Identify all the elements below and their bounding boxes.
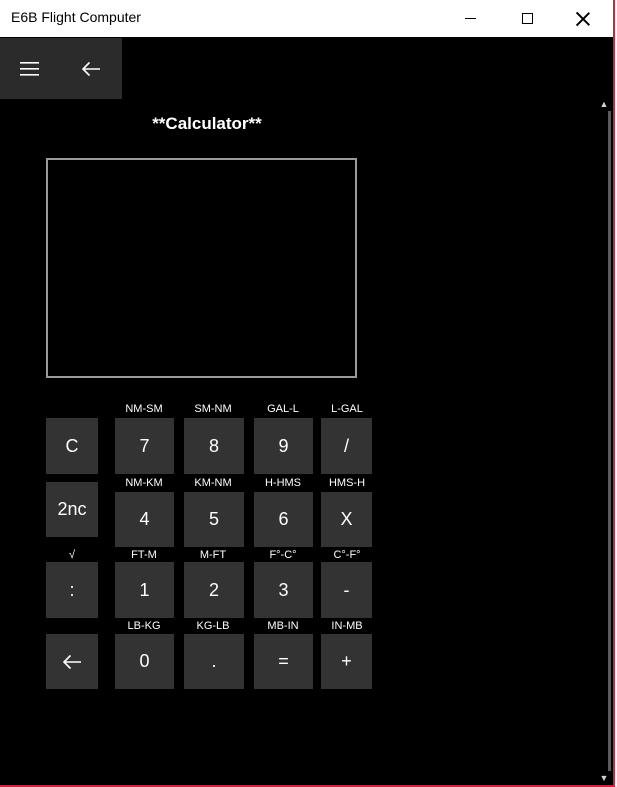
label-km-nm: KM-NM	[194, 477, 232, 489]
window-title: E6B Flight Computer	[11, 9, 141, 25]
multiply-button[interactable]: X	[321, 492, 372, 547]
label-kg-lb: KG-LB	[196, 620, 230, 632]
label-gal-l: GAL-L	[267, 403, 299, 415]
label-f-c: F°-C°	[269, 549, 297, 561]
key-7[interactable]: 7	[115, 418, 174, 474]
colon-button[interactable]: :	[46, 562, 98, 618]
calculator-display	[46, 158, 357, 378]
minimize-icon	[464, 18, 476, 19]
key-4[interactable]: 4	[115, 492, 174, 547]
key-2[interactable]: 2	[184, 562, 244, 618]
app-content: **Calculator** NM-SM SM-NM GAL-L L-GAL C…	[0, 37, 611, 783]
label-h-hms: H-HMS	[264, 477, 302, 489]
back-arrow-icon	[81, 61, 100, 76]
close-icon	[576, 12, 590, 26]
key-9[interactable]: 9	[254, 418, 313, 474]
key-8[interactable]: 8	[184, 418, 244, 474]
close-button[interactable]	[560, 0, 606, 37]
backspace-button[interactable]	[46, 634, 98, 689]
key-3[interactable]: 3	[254, 562, 313, 618]
subtract-button[interactable]: -	[321, 562, 372, 618]
scroll-down-icon[interactable]: ▼	[599, 773, 609, 783]
label-hms-h: HMS-H	[328, 477, 366, 489]
label-c-f: C°-F°	[333, 549, 361, 561]
title-bar: E6B Flight Computer	[0, 0, 613, 37]
nav-bar	[0, 38, 122, 99]
label-ft-m: FT-M	[131, 549, 157, 561]
back-button[interactable]	[61, 38, 121, 99]
second-function-button[interactable]: 2nc	[46, 482, 98, 537]
app-window: E6B Flight Computer **Calculator** NM-SM…	[0, 0, 615, 787]
hamburger-icon	[20, 61, 39, 76]
scroll-up-icon[interactable]: ▲	[599, 99, 609, 109]
vertical-scrollbar[interactable]: ▲ ▼	[597, 99, 611, 783]
hamburger-menu-button[interactable]	[0, 38, 60, 99]
maximize-icon	[521, 13, 533, 24]
equals-button[interactable]: =	[254, 634, 313, 689]
label-in-mb: IN-MB	[331, 620, 363, 632]
label-mb-in: MB-IN	[267, 620, 299, 632]
key-6[interactable]: 6	[254, 492, 313, 547]
arrow-left-icon	[62, 654, 81, 669]
scroll-thumb[interactable]	[608, 111, 611, 771]
key-1[interactable]: 1	[115, 562, 174, 618]
decimal-button[interactable]: .	[184, 634, 244, 689]
clear-button[interactable]: C	[46, 418, 98, 474]
maximize-button[interactable]	[504, 0, 550, 37]
calculator-title: **Calculator**	[152, 114, 262, 133]
label-nm-sm: NM-SM	[125, 403, 163, 415]
label-nm-km: NM-KM	[125, 477, 163, 489]
label-lb-kg: LB-KG	[127, 620, 161, 632]
minimize-button[interactable]	[447, 0, 493, 37]
label-l-gal: L-GAL	[331, 403, 363, 415]
label-sqrt: √	[68, 549, 76, 561]
key-5[interactable]: 5	[184, 492, 244, 547]
key-0[interactable]: 0	[115, 634, 174, 689]
divide-button[interactable]: /	[321, 418, 372, 474]
label-sm-nm: SM-NM	[194, 403, 232, 415]
label-m-ft: M-FT	[199, 549, 227, 561]
add-button[interactable]: +	[321, 634, 372, 689]
